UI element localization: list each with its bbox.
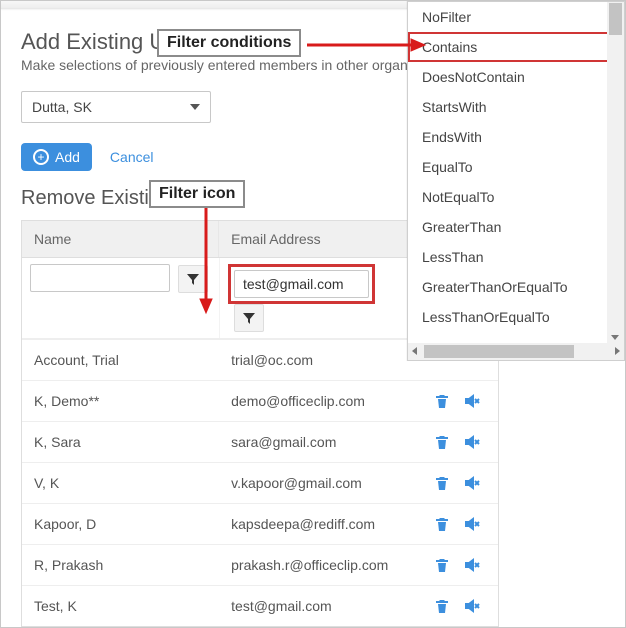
delete-user-button[interactable] [434,516,450,532]
filter-conditions-menu: NoFilterContainsDoesNotContainStartsWith… [407,1,625,361]
cell-name: K, Sara [22,422,219,462]
mute-user-button[interactable] [464,393,480,409]
filter-option-doesnotcontain[interactable]: DoesNotContain [408,62,624,92]
filter-option-nofilter[interactable]: NoFilter [408,2,624,32]
cell-email: trial@oc.com [219,340,416,380]
delete-user-button[interactable] [434,434,450,450]
table-row: R, Prakashprakash.r@officeclip.com [22,544,498,585]
trash-icon [434,598,450,614]
scroll-down-icon [611,335,619,340]
filter-option-greaterthanorequalto[interactable]: GreaterThanOrEqualTo [408,272,624,302]
filter-input-name[interactable] [30,264,170,292]
trash-icon [434,557,450,573]
filter-option-lessthan[interactable]: LessThan [408,242,624,272]
vertical-scroll-thumb[interactable] [609,3,622,35]
cell-actions [416,504,498,544]
cell-name: K, Demo** [22,381,219,421]
filter-option-startswith[interactable]: StartsWith [408,92,624,122]
callout-filter-conditions: Filter conditions [157,29,301,57]
delete-user-button[interactable] [434,393,450,409]
mute-user-button[interactable] [464,434,480,450]
mute-icon [464,475,480,491]
cell-actions [416,381,498,421]
cell-email: prakash.r@officeclip.com [219,545,416,585]
mute-user-button[interactable] [464,516,480,532]
horizontal-scrollbar[interactable] [408,343,624,360]
mute-user-button[interactable] [464,475,480,491]
user-select-dropdown[interactable]: Dutta, SK [21,91,211,123]
callout-filter-icon: Filter icon [149,180,245,208]
filter-option-contains[interactable]: Contains [408,32,624,62]
scroll-right-icon [615,347,620,355]
trash-icon [434,434,450,450]
filter-email-highlight [228,264,375,304]
filter-option-greaterthan[interactable]: GreaterThan [408,212,624,242]
add-button[interactable]: + Add [21,143,92,171]
cell-name: V, K [22,463,219,503]
delete-user-button[interactable] [434,475,450,491]
cell-name: Test, K [22,586,219,626]
filter-option-lessthanorequalto[interactable]: LessThanOrEqualTo [408,302,624,332]
mute-user-button[interactable] [464,598,480,614]
mute-icon [464,393,480,409]
cell-name: Account, Trial [22,340,219,380]
chevron-down-icon [190,104,200,110]
cell-email: test@gmail.com [219,586,416,626]
cell-email: kapsdeepa@rediff.com [219,504,416,544]
trash-icon [434,516,450,532]
callout-label: Filter icon [159,185,235,202]
table-row: V, Kv.kapoor@gmail.com [22,462,498,503]
filter-option-endswith[interactable]: EndsWith [408,122,624,152]
cell-name: R, Prakash [22,545,219,585]
trash-icon [434,475,450,491]
page-frame: Filter conditions Add Existing Users Mak… [0,0,626,628]
scroll-left-icon [412,347,417,355]
mute-icon [464,557,480,573]
add-button-label: Add [55,149,80,165]
mute-user-button[interactable] [464,557,480,573]
trash-icon [434,393,450,409]
plus-circle-icon: + [33,149,49,165]
delete-user-button[interactable] [434,598,450,614]
callout-label: Filter conditions [167,34,291,51]
funnel-icon [242,311,256,325]
cell-actions [416,545,498,585]
filter-input-email[interactable] [234,270,369,298]
cell-name: Kapoor, D [22,504,219,544]
cell-actions [416,586,498,626]
arrow-to-filter-icon [196,205,216,315]
mute-icon [464,516,480,532]
cell-actions [416,463,498,503]
filter-option-equalto[interactable]: EqualTo [408,152,624,182]
table-row: K, Demo**demo@officeclip.com [22,380,498,421]
cell-email: v.kapoor@gmail.com [219,463,416,503]
delete-user-button[interactable] [434,557,450,573]
cell-email: demo@officeclip.com [219,381,416,421]
table-row: Kapoor, Dkapsdeepa@rediff.com [22,503,498,544]
arrow-to-filter-conditions [307,35,427,55]
user-select-value: Dutta, SK [32,99,92,115]
mute-icon [464,598,480,614]
filter-button-email[interactable] [234,304,264,332]
horizontal-scroll-thumb[interactable] [424,345,574,358]
cell-email: sara@gmail.com [219,422,416,462]
filter-option-notequalto[interactable]: NotEqualTo [408,182,624,212]
cell-actions [416,422,498,462]
cancel-link[interactable]: Cancel [110,149,154,165]
table-row: Test, Ktest@gmail.com [22,585,498,626]
table-row: K, Sarasara@gmail.com [22,421,498,462]
mute-icon [464,434,480,450]
column-header-name[interactable]: Name [22,221,219,257]
vertical-scrollbar[interactable] [607,2,624,360]
column-header-email[interactable]: Email Address [219,221,416,257]
